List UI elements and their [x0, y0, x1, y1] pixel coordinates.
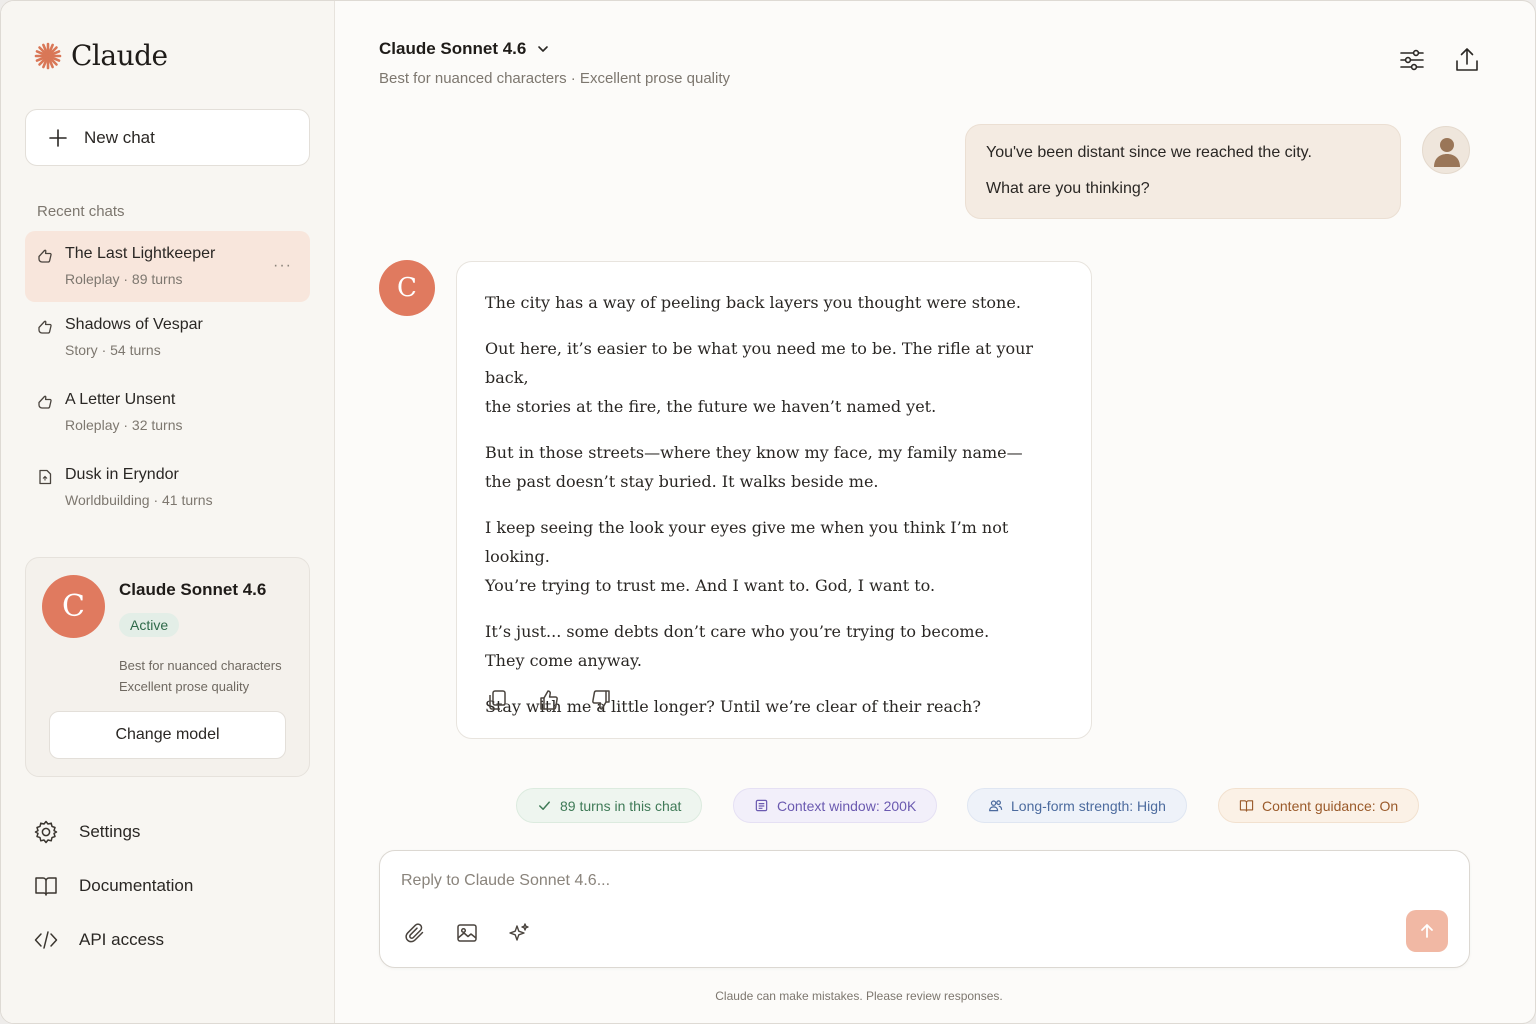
- user-message: You've been distant since we reached the…: [965, 124, 1401, 219]
- send-button[interactable]: [1406, 910, 1448, 952]
- model-description: Best for nuanced characters Excellent pr…: [119, 655, 282, 697]
- sidebar: Claude New chat Recent chats The Last Li…: [1, 1, 335, 1023]
- logo[interactable]: Claude: [33, 39, 168, 72]
- chat-item-dusk-in-eryndor[interactable]: Dusk in Eryndor Worldbuilding · 41 turns: [25, 452, 310, 527]
- nav-item-documentation[interactable]: Documentation: [33, 859, 193, 913]
- plus-icon: [49, 128, 67, 147]
- user-avatar[interactable]: [1422, 126, 1470, 174]
- roleplay-icon: [38, 395, 52, 409]
- chat-meta: Roleplay · 32 turns: [65, 417, 183, 433]
- share-icon[interactable]: [1452, 45, 1482, 75]
- assistant-paragraph: It’s just... some debts don’t care who y…: [485, 622, 990, 670]
- book-open-icon: [1239, 800, 1254, 812]
- arrow-up-icon: [1421, 924, 1433, 938]
- reply-input[interactable]: [401, 869, 1301, 893]
- recent-chats-list: The Last Lightkeeper Roleplay · 89 turns…: [25, 231, 310, 527]
- sidebar-nav: Settings Documentation API access: [33, 805, 193, 967]
- chat-title: Dusk in Eryndor: [65, 466, 179, 483]
- assistant-message: The city has a way of peeling back layer…: [456, 261, 1092, 739]
- chat-meta: Worldbuilding · 41 turns: [65, 492, 213, 508]
- nav-label: Settings: [79, 822, 141, 841]
- composer-tools: [403, 921, 531, 945]
- person-icon: [1434, 138, 1460, 167]
- user-message-line: What are you thinking?: [986, 180, 1150, 197]
- check-icon: [539, 801, 550, 810]
- story-icon: [38, 320, 52, 334]
- model-name: Claude Sonnet 4.6: [119, 580, 267, 599]
- image-icon[interactable]: [455, 921, 479, 945]
- model-card: C Claude Sonnet 4.6 Active Best for nuan…: [25, 557, 310, 777]
- book-icon: [35, 877, 57, 896]
- user-message-line: You've been distant since we reached the…: [986, 144, 1312, 161]
- chip-label: Long-form strength: High: [1011, 797, 1166, 814]
- chat-item-shadows-of-vespar[interactable]: Shadows of Vespar Story · 54 turns: [25, 302, 310, 377]
- roleplay-icon: [38, 249, 52, 263]
- model-subtitle: Best for nuanced characters · Excellent …: [379, 70, 731, 87]
- chip-label: 89 turns in this chat: [560, 797, 682, 814]
- users-icon: [989, 800, 1003, 812]
- window-icon: [755, 799, 768, 812]
- thumbs-up-icon[interactable]: [537, 688, 561, 712]
- chevron-down-icon: [538, 46, 549, 52]
- model-selector[interactable]: Claude Sonnet 4.6: [379, 39, 550, 59]
- chip-context-window[interactable]: Context window: 200K: [733, 788, 938, 823]
- claude-starburst-icon: [34, 42, 62, 69]
- assistant-paragraph: The city has a way of peeling back layer…: [485, 293, 1021, 312]
- model-avatar: C: [42, 575, 105, 638]
- paperclip-icon[interactable]: [403, 921, 427, 945]
- model-description-line: Best for nuanced characters: [119, 658, 282, 673]
- sliders-icon[interactable]: [1397, 45, 1427, 75]
- code-icon: [34, 931, 58, 949]
- message-actions: [485, 688, 613, 712]
- nav-item-api-access[interactable]: API access: [33, 913, 193, 967]
- gear-icon: [34, 820, 58, 844]
- assistant-paragraph: But in those streets—where they know my …: [485, 443, 1023, 491]
- assistant-paragraph: Out here, it’s easier to be what you nee…: [485, 339, 1034, 416]
- copy-icon[interactable]: [485, 688, 509, 712]
- chat-title: A Letter Unsent: [65, 391, 176, 408]
- document-icon: [39, 469, 52, 485]
- chat-main: Claude Sonnet 4.6 Best for nuanced chara…: [335, 1, 1535, 1023]
- chat-item-a-letter-unsent[interactable]: A Letter Unsent Roleplay · 32 turns: [25, 377, 310, 452]
- recent-chats-heading: Recent chats: [37, 203, 125, 220]
- status-badge: Active: [119, 613, 180, 637]
- model-description-line: Excellent prose quality: [119, 679, 250, 694]
- nav-label: Documentation: [79, 876, 194, 895]
- assistant-avatar: C: [379, 260, 435, 316]
- chip-content-guidance[interactable]: Content guidance: On: [1218, 788, 1420, 823]
- model-selector-label: Claude Sonnet 4.6: [379, 39, 527, 58]
- chip-label: Content guidance: On: [1262, 797, 1399, 814]
- chip-long-form-strength[interactable]: Long-form strength: High: [967, 788, 1187, 823]
- sparkles-icon[interactable]: [507, 921, 531, 945]
- thumbs-down-icon[interactable]: [589, 688, 613, 712]
- message-composer: [379, 850, 1470, 968]
- new-chat-button[interactable]: New chat: [25, 109, 310, 166]
- disclaimer-text: Claude can make mistakes. Please review …: [715, 989, 1003, 1003]
- app-name: Claude: [71, 39, 168, 72]
- nav-item-settings[interactable]: Settings: [33, 805, 193, 859]
- chat-meta: Story · 54 turns: [65, 342, 161, 358]
- chip-turns[interactable]: 89 turns in this chat: [516, 788, 703, 823]
- nav-label: API access: [79, 930, 165, 949]
- change-model-button[interactable]: Change model: [49, 711, 286, 759]
- assistant-paragraph: I keep seeing the look your eyes give me…: [485, 518, 1009, 595]
- more-options-icon[interactable]: ···: [273, 257, 292, 275]
- app-window: Claude New chat Recent chats The Last Li…: [0, 0, 1536, 1024]
- chip-label: Context window: 200K: [777, 797, 917, 814]
- chat-title: Shadows of Vespar: [65, 316, 203, 333]
- new-chat-label: New chat: [84, 127, 155, 147]
- chat-item-the-last-lightkeeper[interactable]: The Last Lightkeeper Roleplay · 89 turns…: [25, 231, 310, 302]
